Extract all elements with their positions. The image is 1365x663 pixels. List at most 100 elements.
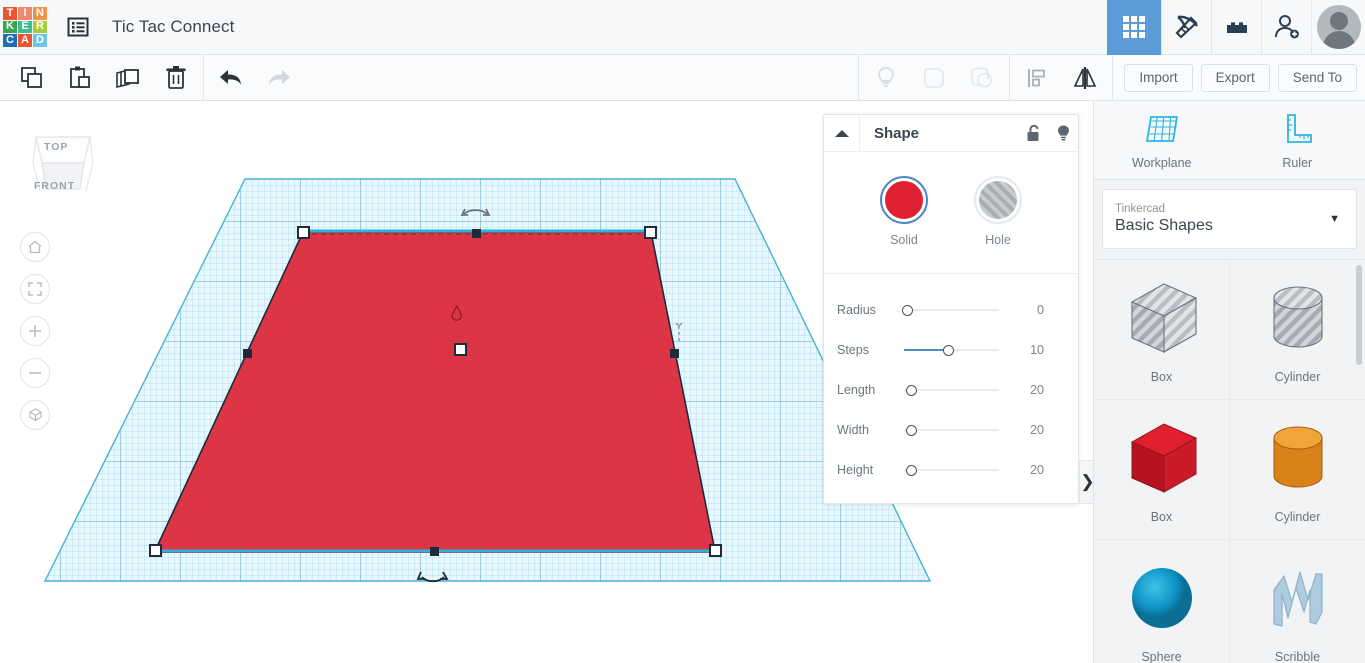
length-slider[interactable]: Length 20 xyxy=(824,370,1078,410)
scale-handle-corner xyxy=(149,544,162,557)
copy-icon[interactable] xyxy=(8,55,56,100)
document-title[interactable]: Tic Tac Connect xyxy=(112,17,234,37)
solid-swatch[interactable]: Solid xyxy=(880,176,928,247)
duplicate-icon[interactable] xyxy=(104,55,152,100)
fit-view-button[interactable] xyxy=(20,274,50,304)
export-button[interactable]: Export xyxy=(1200,63,1270,92)
align-icon[interactable] xyxy=(1013,55,1061,100)
shape-library-text: Tinkercad Basic Shapes xyxy=(1103,203,1329,235)
top-bar: TIN KER CAD Tic Tac Connect xyxy=(0,0,1365,55)
radius-slider-knob[interactable] xyxy=(902,304,913,316)
height-slider-knob[interactable] xyxy=(906,464,917,476)
shape-type-swatches: Solid Hole xyxy=(824,152,1078,274)
collapse-triangle-icon[interactable] xyxy=(824,115,860,151)
logo-tile-d: D xyxy=(33,34,47,47)
tinkercad-logo[interactable]: TIN KER CAD xyxy=(3,7,47,47)
steps-slider[interactable]: Steps 10 xyxy=(824,330,1078,370)
import-button[interactable]: Import xyxy=(1124,63,1193,92)
logo-tile-r: R xyxy=(33,20,47,34)
document-list-icon[interactable] xyxy=(61,10,95,44)
pickaxe-icon[interactable] xyxy=(1161,0,1211,55)
mirror-icon[interactable] xyxy=(1061,55,1109,100)
logo-tile-e: E xyxy=(18,20,32,34)
lightbulb-icon[interactable] xyxy=(1048,115,1078,151)
redo-icon[interactable] xyxy=(255,55,303,100)
grid-apps-icon[interactable] xyxy=(1107,0,1161,55)
logo-tile-a: A xyxy=(18,34,32,47)
sphere-icon xyxy=(1131,567,1192,628)
length-slider-label: Length xyxy=(837,383,876,397)
paste-icon[interactable] xyxy=(56,55,104,100)
shape-library-main: Basic Shapes xyxy=(1115,217,1213,234)
unlock-icon[interactable] xyxy=(1018,115,1048,151)
chevron-down-icon: ▼ xyxy=(1329,213,1340,225)
shape-box-hole[interactable]: Box xyxy=(1094,260,1230,400)
logo-tile-t: T xyxy=(3,7,17,20)
group-icon[interactable] xyxy=(910,55,958,100)
scale-handle-edge xyxy=(670,349,679,358)
shape-cylinder-orange[interactable]: Cylinder xyxy=(1230,400,1365,540)
ortho-toggle-button[interactable] xyxy=(20,400,50,430)
shape-sphere[interactable]: Sphere xyxy=(1094,540,1230,663)
height-slider[interactable]: Height 20 xyxy=(824,450,1078,490)
radius-slider-value: 0 xyxy=(1037,303,1044,317)
steps-slider-label: Steps xyxy=(837,343,869,357)
logo-tile-n: N xyxy=(33,7,47,20)
hole-swatch[interactable]: Hole xyxy=(974,176,1022,247)
shape-cylinder-hole[interactable]: Cylinder xyxy=(1230,260,1365,400)
ungroup-icon[interactable] xyxy=(958,55,1006,100)
workplane-tool[interactable]: Workplane xyxy=(1094,101,1230,179)
solid-swatch-label: Solid xyxy=(890,233,918,247)
lego-brick-icon[interactable] xyxy=(1211,0,1261,55)
scale-handle-edge xyxy=(472,229,481,238)
zoom-out-button[interactable] xyxy=(20,358,50,388)
avatar[interactable] xyxy=(1311,0,1365,55)
ruler-tool[interactable]: Ruler xyxy=(1230,101,1365,179)
plus-icon xyxy=(29,325,41,337)
minus-icon xyxy=(29,372,41,374)
viewcube-top-label[interactable]: TOP xyxy=(44,141,68,153)
shape-library-select[interactable]: Tinkercad Basic Shapes ▼ xyxy=(1102,189,1357,249)
shape-library-sub: Tinkercad xyxy=(1115,203,1166,215)
send-to-button[interactable]: Send To xyxy=(1277,63,1357,92)
length-slider-knob[interactable] xyxy=(906,384,917,396)
shape-label: Scribble xyxy=(1274,649,1321,663)
logo-tile-k: K xyxy=(3,20,17,34)
cube-perspective-icon xyxy=(28,407,42,421)
height-slider-label: Height xyxy=(837,463,874,477)
rotate-handle-bottom xyxy=(416,571,449,583)
workplane-tool-label: Workplane xyxy=(1131,155,1192,170)
ruler-tool-label: Ruler xyxy=(1282,155,1313,170)
sidebar-tools: Workplane Ruler xyxy=(1094,101,1365,180)
home-icon xyxy=(28,240,42,254)
width-slider[interactable]: Width 20 xyxy=(824,410,1078,450)
shape-box-red[interactable]: Box xyxy=(1094,400,1230,540)
color-droplet-icon xyxy=(451,304,462,321)
shape-sliders: Radius 0 Steps 10 Length 20 Width 20 Hei… xyxy=(824,274,1078,490)
move-handle-center xyxy=(454,343,467,356)
delete-icon[interactable] xyxy=(152,55,200,100)
ruler-icon xyxy=(1287,113,1313,143)
home-view-button[interactable] xyxy=(20,232,50,262)
undo-icon[interactable] xyxy=(207,55,255,100)
scale-handle-edge xyxy=(243,349,252,358)
view-cube[interactable]: TOP FRONT xyxy=(22,123,104,201)
tinkercad-app: TINKERCAD Tic Tac Connect Import Export … xyxy=(0,0,1365,663)
shape-scribble[interactable]: Scribble xyxy=(1230,540,1365,663)
zoom-in-button[interactable] xyxy=(20,316,50,346)
rotate-handle-top xyxy=(460,208,491,216)
expand-panel-handle[interactable]: ❯ xyxy=(1079,460,1093,504)
width-slider-knob[interactable] xyxy=(906,424,917,436)
shape-panel-title: Shape xyxy=(874,124,920,142)
height-slider-value: 20 xyxy=(1030,463,1044,477)
add-person-icon[interactable] xyxy=(1261,0,1311,55)
steps-slider-knob[interactable] xyxy=(942,344,954,356)
shapes-sidebar: Workplane Ruler Tinkercad Basic Shapes ▼ xyxy=(1093,101,1365,663)
sidebar-scrollbar-thumb[interactable] xyxy=(1356,265,1362,365)
radius-slider-label: Radius xyxy=(837,303,876,317)
hole-swatch-label: Hole xyxy=(985,233,1011,247)
viewcube-front-label[interactable]: FRONT xyxy=(34,180,75,192)
fit-to-screen-icon xyxy=(28,282,42,296)
radius-slider[interactable]: Radius 0 xyxy=(824,290,1078,330)
lightbulb-icon[interactable] xyxy=(862,55,910,100)
